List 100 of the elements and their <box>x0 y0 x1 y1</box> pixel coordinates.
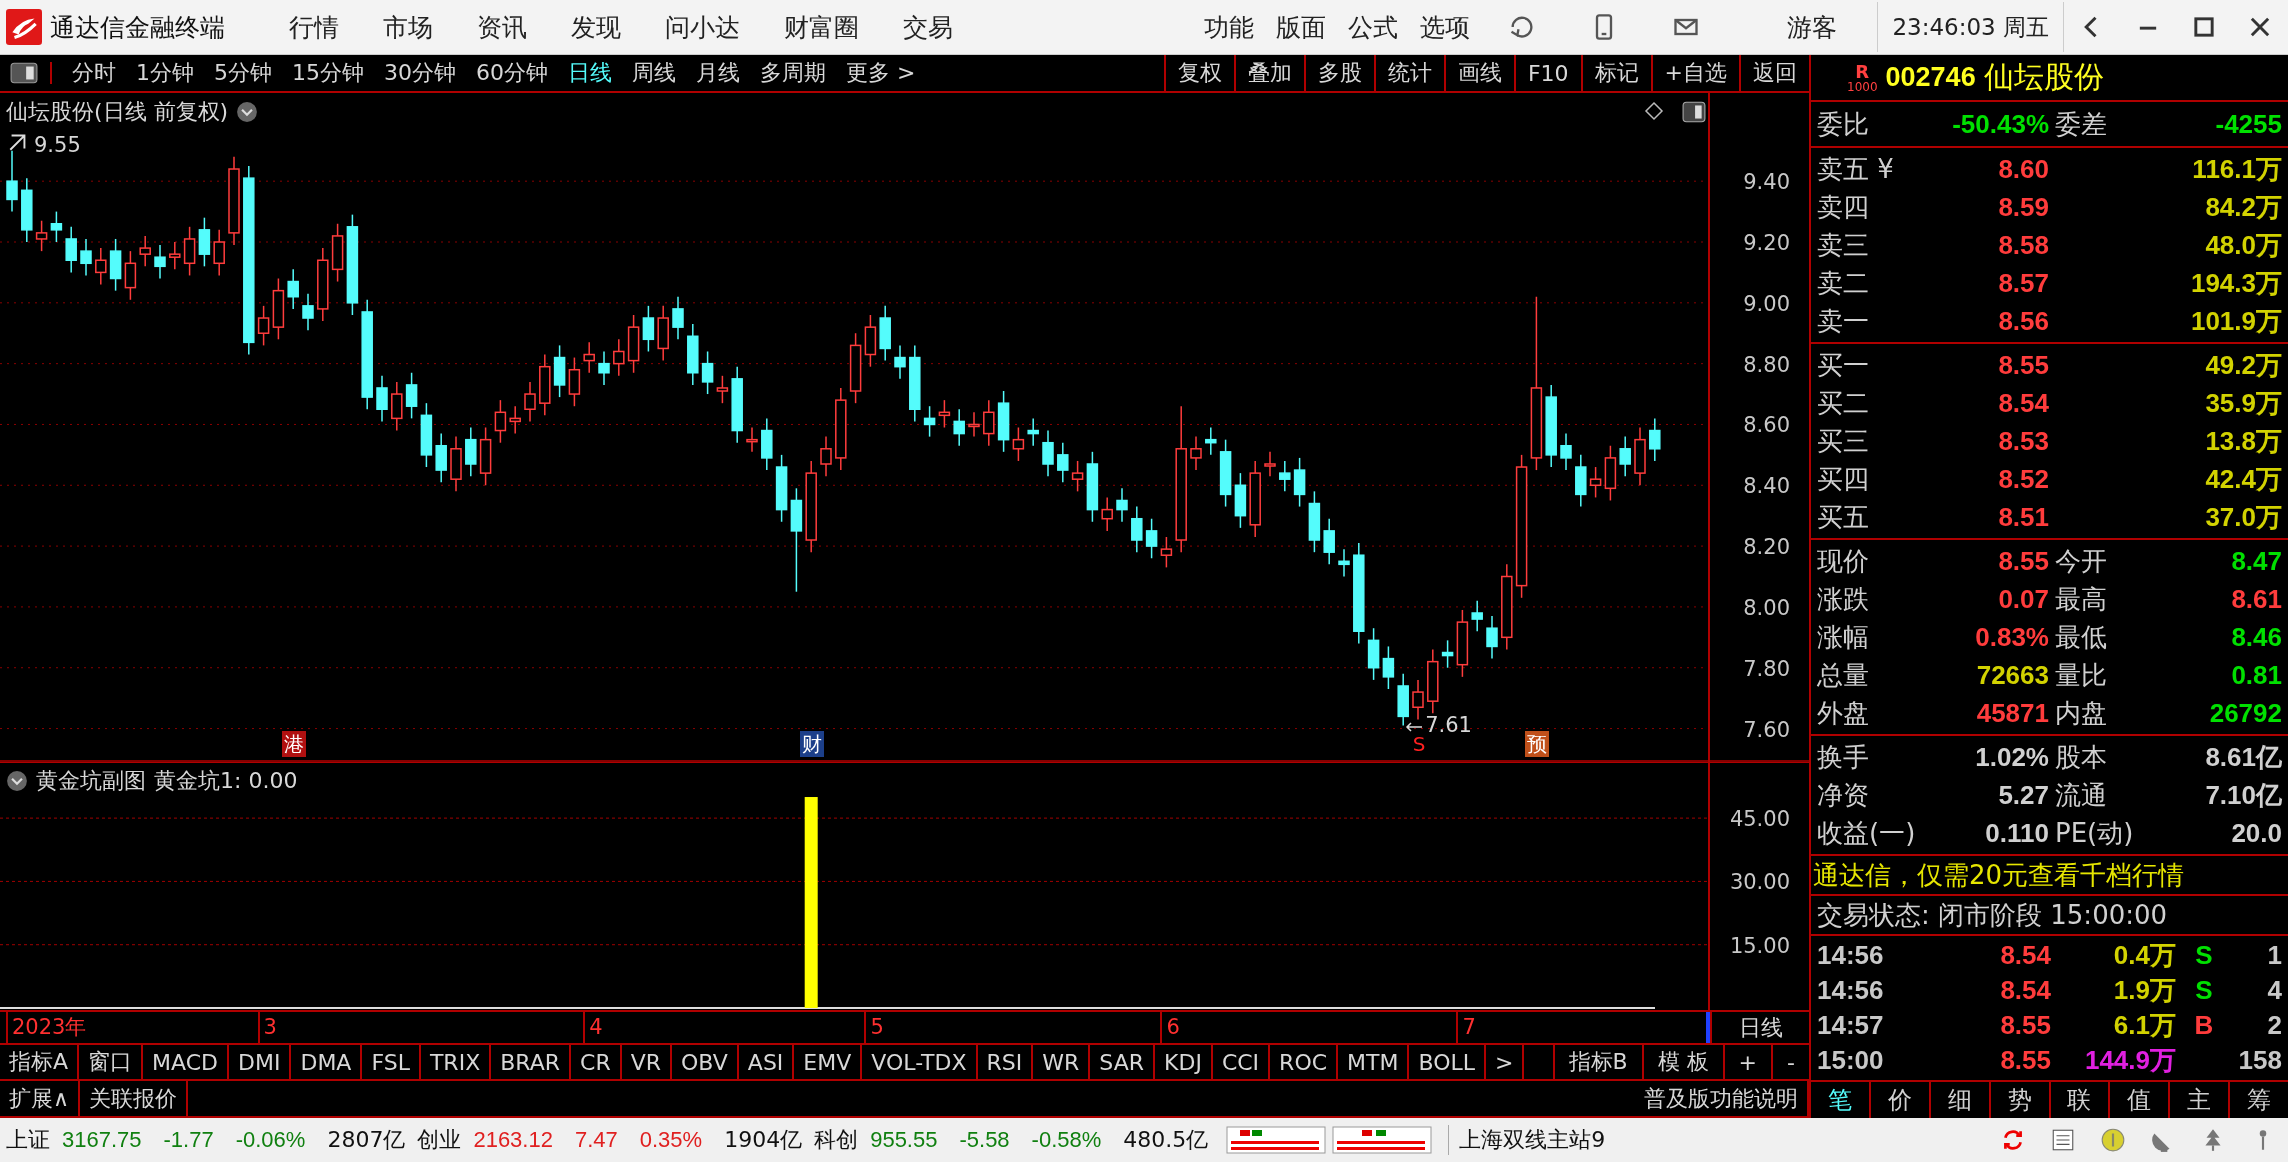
period-tab[interactable]: 15分钟 <box>282 55 374 91</box>
indicator-tab[interactable]: CCI <box>1212 1045 1271 1079</box>
indicator-tab[interactable]: VR <box>621 1045 673 1079</box>
field-label: 量比 <box>2054 658 2108 692</box>
indicator-tab[interactable]: BOLL <box>1409 1045 1487 1079</box>
candlestick <box>642 305 655 353</box>
indicator-tab[interactable]: 指标A <box>0 1045 80 1079</box>
indicator-tab[interactable]: VOL-TDX <box>862 1045 978 1079</box>
toolbar-button[interactable]: 复权 <box>1163 55 1234 91</box>
indicator-tab[interactable]: ROC <box>1270 1045 1339 1079</box>
panel-icon[interactable] <box>1682 101 1706 123</box>
coin-icon[interactable] <box>2100 1127 2126 1153</box>
field-label: 内盘 <box>2054 696 2108 730</box>
period-tab[interactable]: 1分钟 <box>126 55 204 91</box>
toolbar-button[interactable]: F10 <box>1513 55 1581 91</box>
user-button[interactable]: 游客 <box>1787 10 1838 44</box>
period-tab[interactable]: 月线 <box>686 55 750 91</box>
candlestick <box>6 150 18 213</box>
event-marker[interactable]: 预 <box>1525 731 1550 757</box>
tick-time: 14:57 <box>1817 1010 1885 1041</box>
field-value: 20.0 <box>2230 817 2282 849</box>
menu-item[interactable]: 版面 <box>1276 10 1327 44</box>
menu-item[interactable]: 市场 <box>383 10 433 44</box>
axis-tick-label: 15.00 <box>1729 933 1790 958</box>
help-link[interactable]: 普及版功能说明 <box>1635 1081 1809 1116</box>
tick-volume: 144.9万 <box>2083 1044 2176 1077</box>
toolbar-button[interactable]: 统计 <box>1373 55 1444 91</box>
server-name[interactable]: 上海双线主站9 <box>1448 1125 1606 1155</box>
period-tab[interactable]: 更多 > <box>836 55 926 91</box>
candlestick <box>139 235 151 268</box>
period-tab[interactable]: 5分钟 <box>204 55 282 91</box>
period-tab[interactable]: 60分钟 <box>466 55 558 91</box>
indicator-tab[interactable]: DMA <box>291 1045 363 1079</box>
event-marker[interactable]: 财 <box>800 731 825 757</box>
period-tab[interactable]: 分时 <box>62 55 126 91</box>
menu-item[interactable]: 财富圈 <box>784 10 859 44</box>
order-level-label: 买一 <box>1817 348 1870 382</box>
indicator-control[interactable]: - <box>1771 1045 1809 1079</box>
toolbar-button[interactable]: 多股 <box>1303 55 1374 91</box>
toolbar-button[interactable]: 标记 <box>1580 55 1651 91</box>
indicator-tab[interactable]: MACD <box>143 1045 229 1079</box>
indicator-tab[interactable]: > <box>1486 1045 1525 1079</box>
field-label: 涨跌 <box>1817 582 1870 616</box>
field-label: 外盘 <box>1817 696 1870 730</box>
indicator-tab[interactable]: CR <box>571 1045 622 1079</box>
tick-price: 8.55 <box>1999 1045 2051 1076</box>
index-change: -1.77 <box>163 1127 214 1153</box>
field-label: 收益(一) <box>1817 816 1917 850</box>
menu-item[interactable]: 交易 <box>903 10 953 44</box>
period-tab[interactable]: 多周期 <box>750 55 836 91</box>
order-price: 8.55 <box>1997 349 2049 381</box>
extra-tab[interactable]: 扩展∧ <box>0 1081 81 1116</box>
extra-tab[interactable]: 关联报价 <box>80 1081 189 1116</box>
indicator-tab[interactable]: 窗口 <box>79 1045 144 1079</box>
indicator-tab[interactable]: FSL <box>362 1045 421 1079</box>
indicator-tab[interactable]: MTM <box>1338 1045 1410 1079</box>
menu-item[interactable]: 发现 <box>571 10 621 44</box>
indicator-tab[interactable]: ASI <box>738 1045 795 1079</box>
menu-item[interactable]: 问小达 <box>665 10 740 44</box>
menu-item[interactable]: 功能 <box>1204 10 1255 44</box>
candlestick <box>1012 426 1025 462</box>
index-amount: 480.5亿 <box>1123 1126 1209 1154</box>
menu-item[interactable]: 行情 <box>289 10 339 44</box>
order-volume: 48.0万 <box>2204 228 2282 262</box>
quote-tab[interactable]: 筹 <box>2230 1082 2288 1118</box>
indicator-tab[interactable]: OBV <box>672 1045 739 1079</box>
period-tab[interactable]: 周线 <box>622 55 686 91</box>
period-tab[interactable]: 日线 <box>558 55 622 91</box>
indicator-tab[interactable]: SAR <box>1090 1045 1156 1079</box>
period-tab[interactable]: 30分钟 <box>374 55 466 91</box>
toolbar-button[interactable]: 返回 <box>1739 55 1809 91</box>
order-level-label: 买三 <box>1817 424 1870 458</box>
market-breadth-icon <box>1332 1126 1433 1154</box>
menu-item[interactable]: 公式 <box>1348 10 1399 44</box>
event-marker[interactable]: 港 <box>282 731 307 757</box>
index-value: 2163.12 <box>473 1127 553 1153</box>
indicator-tab[interactable]: KDJ <box>1155 1045 1213 1079</box>
toolbar-button[interactable]: +自选 <box>1650 55 1739 91</box>
candlestick <box>154 244 166 280</box>
toolbar-button[interactable]: 画线 <box>1443 55 1514 91</box>
list-icon[interactable] <box>2050 1127 2076 1153</box>
sidebar-toggle-icon[interactable] <box>10 62 52 84</box>
indicator-control[interactable]: 指标B <box>1552 1045 1642 1079</box>
promo-link[interactable]: 通达信，仅需20元查看千档行情 <box>1813 860 2185 890</box>
arrow-icon <box>9 133 27 151</box>
chevron-down-icon[interactable] <box>236 101 259 123</box>
toolbar-button[interactable]: 叠加 <box>1233 55 1304 91</box>
indicator-tab[interactable]: RSI <box>977 1045 1034 1079</box>
indicator-tab[interactable]: DMI <box>229 1045 292 1079</box>
indicator-tab[interactable]: WR <box>1033 1045 1091 1079</box>
indicator-tab[interactable]: BRAR <box>491 1045 572 1079</box>
indicator-tab[interactable]: TRIX <box>420 1045 492 1079</box>
diamond-icon[interactable] <box>1644 101 1664 121</box>
indicator-tab[interactable]: EMV <box>794 1045 863 1079</box>
candlestick <box>1071 460 1084 493</box>
indicator-control[interactable]: 模 板 <box>1641 1045 1723 1079</box>
chevron-down-icon[interactable] <box>6 770 28 792</box>
menu-item[interactable]: 选项 <box>1420 10 1471 44</box>
menu-item[interactable]: 资讯 <box>477 10 527 44</box>
indicator-control[interactable]: + <box>1722 1045 1772 1079</box>
